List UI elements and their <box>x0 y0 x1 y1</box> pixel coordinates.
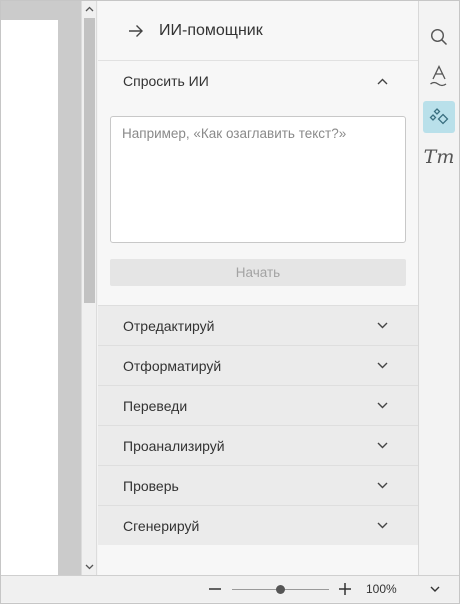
ai-prompt-input[interactable]: Например, «Как озаглавить текст?» <box>110 116 406 243</box>
vertical-scrollbar[interactable] <box>81 1 97 575</box>
arrow-right-icon[interactable] <box>128 24 144 38</box>
panel-header: ИИ-помощник <box>98 1 418 61</box>
ai-action-section[interactable]: Сгенерируй <box>98 505 418 545</box>
ask-ai-label: Спросить ИИ <box>123 73 209 89</box>
start-button[interactable]: Начать <box>110 259 406 286</box>
chevron-down-icon <box>430 586 440 592</box>
ai-action-section[interactable]: Отформатируй <box>98 345 418 385</box>
ai-action-label: Сгенерируй <box>123 517 200 534</box>
scrollbar-thumb[interactable] <box>84 18 95 303</box>
zoom-in-button[interactable] <box>336 580 354 598</box>
ai-assistant-icon <box>429 108 449 125</box>
ai-action-label: Отформатируй <box>123 357 222 374</box>
ai-action-section[interactable]: Проверь <box>98 465 418 505</box>
ai-action-section[interactable]: Проанализируй <box>98 425 418 465</box>
zoom-dropdown[interactable] <box>427 581 443 597</box>
chevron-down-icon <box>377 362 388 369</box>
panel-title: ИИ-помощник <box>159 21 263 39</box>
text-art-icon <box>430 65 447 87</box>
chevron-up-icon <box>85 6 93 12</box>
ai-action-label: Отредактируй <box>123 317 215 334</box>
scroll-down-button[interactable] <box>82 559 96 575</box>
chevron-down-icon <box>377 322 388 329</box>
document-page[interactable] <box>1 20 58 575</box>
ai-action-section[interactable]: Переведи <box>98 385 418 425</box>
text-art-button[interactable] <box>423 60 455 92</box>
scroll-up-button[interactable] <box>82 1 96 17</box>
chevron-down-icon <box>377 442 388 449</box>
search-icon <box>430 28 448 46</box>
ai-action-label: Проверь <box>123 477 179 494</box>
ai-assistant-panel: ИИ-помощник Спросить ИИ Например, «Как о… <box>98 1 419 575</box>
search-button[interactable] <box>423 21 455 53</box>
right-toolbar: Tт <box>420 1 458 575</box>
text-style-icon: Tт <box>423 146 455 168</box>
ai-action-label: Переведи <box>123 397 188 414</box>
text-style-button[interactable]: Tт <box>423 141 455 173</box>
ai-action-section[interactable]: Отредактируй <box>98 305 418 345</box>
ask-ai-section-header[interactable]: Спросить ИИ <box>98 61 418 101</box>
chevron-down-icon <box>85 564 93 570</box>
status-bar: 100% <box>1 575 459 602</box>
chevron-up-icon <box>377 78 388 84</box>
plus-icon <box>339 583 351 595</box>
minus-icon <box>209 588 221 590</box>
ai-assistant-button[interactable] <box>423 101 455 133</box>
ai-action-label: Проанализируй <box>123 437 225 454</box>
zoom-level: 100% <box>366 582 397 596</box>
chevron-down-icon <box>377 402 388 409</box>
chevron-down-icon <box>377 482 388 489</box>
zoom-out-button[interactable] <box>206 580 224 598</box>
prompt-placeholder: Например, «Как озаглавить текст?» <box>122 126 347 141</box>
zoom-slider-handle[interactable] <box>276 585 285 594</box>
chevron-down-icon <box>377 522 388 529</box>
ai-actions-list: Отредактируй Отформатируй Переведи Проанали… <box>98 305 418 545</box>
